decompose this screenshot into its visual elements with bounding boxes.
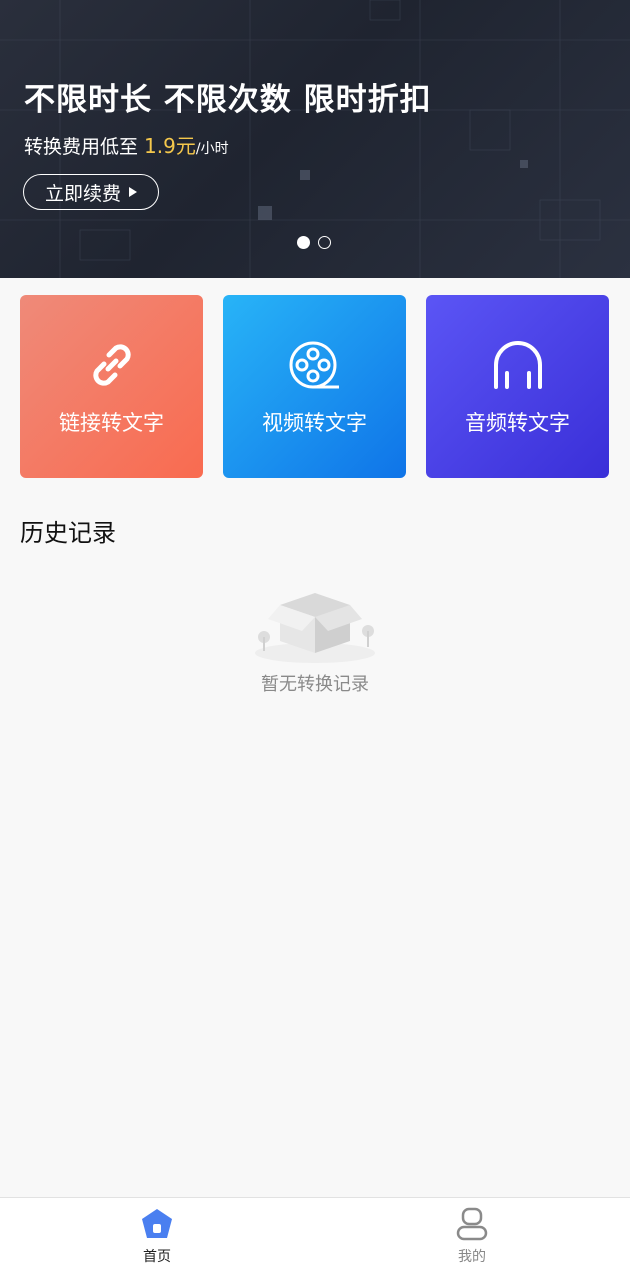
home-icon (142, 1209, 172, 1238)
tab-home-label: 首页 (143, 1249, 171, 1265)
subtitle-prefix: 转换费用低至 (24, 136, 145, 158)
banner-subtitle: 转换费用低至 1.9元/小时 (24, 130, 229, 159)
tab-mine-label: 我的 (458, 1249, 486, 1265)
renew-button[interactable]: 立即续费 (23, 174, 159, 210)
history-heading: 历史记录 (20, 519, 116, 547)
tab-mine[interactable]: 我的 (412, 1206, 532, 1276)
film-reel-icon (289, 341, 339, 389)
carousel-dot (318, 236, 331, 249)
headphones-icon (493, 341, 542, 389)
price-unit: /小时 (195, 141, 229, 157)
audio-to-text-card[interactable]: 音频转文字 (426, 295, 609, 478)
carousel-indicator (297, 236, 331, 249)
link-icon (92, 344, 131, 386)
link-to-text-card[interactable]: 链接转文字 (20, 295, 203, 478)
empty-history-text: 暂无转换记录 (261, 674, 369, 695)
tab-home[interactable]: 首页 (97, 1206, 217, 1276)
banner-title: 不限时长 不限次数 限时折扣 (24, 82, 432, 118)
renew-button-label: 立即续费 (44, 182, 121, 205)
user-icon (456, 1207, 488, 1241)
carousel-dot-active (297, 236, 310, 249)
link-to-text-label: 链接转文字 (59, 411, 164, 435)
video-to-text-card[interactable]: 视频转文字 (223, 295, 406, 478)
price-value: 1.9元 (144, 134, 196, 158)
bottom-tab-bar: 首页 我的 (0, 1197, 630, 1280)
audio-to-text-label: 音频转文字 (465, 411, 570, 435)
play-arrow-icon (129, 187, 137, 197)
video-to-text-label: 视频转文字 (262, 411, 367, 435)
empty-box-illustration (255, 593, 375, 663)
promo-banner[interactable]: 不限时长 不限次数 限时折扣 转换费用低至 1.9元/小时 立即续费 (0, 0, 630, 278)
